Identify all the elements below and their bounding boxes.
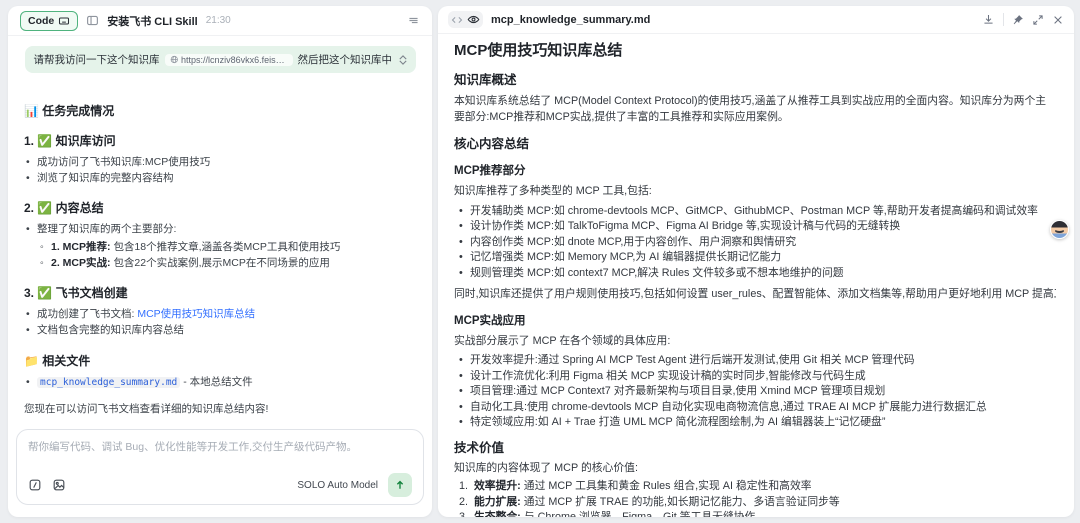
overview-text: 本知识库系统总结了 MCP(Model Context Protocol)的使用… xyxy=(454,95,1047,123)
code-view-icon[interactable] xyxy=(451,14,463,26)
pin-icon[interactable] xyxy=(1012,14,1024,26)
list-item: 记忆增强类 MCP:如 Memory MCP,为 AI 编辑器提供长期记忆能力 xyxy=(454,250,1056,266)
preview-filename: mcp_knowledge_summary.md xyxy=(491,13,651,26)
practice-intro: 实战部分展示了 MCP 在各个领域的具体应用: xyxy=(454,334,671,347)
model-selector[interactable]: SOLO Auto Model xyxy=(297,480,378,491)
reco-heading: MCP推荐部分 xyxy=(454,165,526,177)
list-item: 浏览了知识库的完整内容结构 xyxy=(24,170,416,186)
knowledge-link-url: https://lcnziv86vkx6.feishu... xyxy=(181,54,288,65)
list-item: 自动化工具:使用 chrome-devtools MCP 自动化实现电商物流信息… xyxy=(454,400,1056,416)
list-item: 3. 生态整合: 与 Chrome 浏览器、Figma、Git 等工具无缝协作 xyxy=(459,511,756,517)
file-code-link[interactable]: mcp_knowledge_summary.md xyxy=(37,377,181,388)
list-item: 成功创建了飞书文档: MCP使用技巧知识库总结 xyxy=(24,306,416,322)
list-item: 成功访问了飞书知识库:MCP使用技巧 xyxy=(24,154,416,170)
practice-heading: MCP实战应用 xyxy=(454,314,526,327)
assistant-avatar[interactable] xyxy=(1050,220,1069,239)
list-item: 设计工作流优化:利用 Figma 相关 MCP 实现设计稿的实时同步,智能修改与… xyxy=(454,369,1056,385)
mode-tab-code[interactable]: Code xyxy=(20,10,79,31)
fullscreen-icon[interactable] xyxy=(1032,14,1044,26)
mode-tab-label: Code xyxy=(28,14,55,27)
chat-header: Code 安装飞书 CLI Skill 21:30 xyxy=(8,6,432,36)
list-item: 2. 能力扩展: 通过 MCP 扩展 TRAE 的功能,如长期记忆能力、多语言验… xyxy=(459,495,840,508)
list-item: mcp_knowledge_summary.md - 本地总结文件 xyxy=(24,374,416,391)
list-item: 2. MCP实战: 包含22个实战案例,展示MCP在不同场景的应用 xyxy=(38,255,416,271)
download-icon[interactable] xyxy=(982,13,995,26)
list-item: 开发辅助类 MCP:如 chrome-devtools MCP、GitMCP、G… xyxy=(454,204,1056,220)
chat-input-box[interactable]: SOLO Auto Model xyxy=(16,429,424,505)
list-item: 开发效率提升:通过 Spring AI MCP Test Agent 进行后端开… xyxy=(454,353,1056,369)
feishu-doc-link[interactable]: MCP使用技巧知识库总结 xyxy=(137,308,255,320)
keyboard-icon xyxy=(58,15,70,27)
preview-header: mcp_knowledge_summary.md xyxy=(438,6,1074,34)
doc-title: MCP使用技巧知识库总结 xyxy=(454,42,623,59)
user-message-bubble: 请帮我访问一下这个知识库 https://lcnziv86vkx6.feishu… xyxy=(24,46,416,73)
list-item: 设计协作类 MCP:如 TalkToFigma MCP、Figma AI Bri… xyxy=(454,219,1056,235)
user-message-text-after: 然后把这个知识库中 xyxy=(297,54,393,66)
knowledge-link-chip[interactable]: https://lcnziv86vkx6.feishu... xyxy=(164,53,293,66)
view-mode-toggle xyxy=(448,11,483,28)
close-icon[interactable] xyxy=(1052,14,1064,26)
session-time: 21:30 xyxy=(205,15,231,26)
list-item: 特定领域应用:如 AI + Trae 打造 UML MCP 简化流程图绘制,为 … xyxy=(454,415,1056,431)
session-title: 安装飞书 CLI Skill xyxy=(107,15,198,28)
reco-outro: 同时,知识库还提供了用户规则使用技巧,包括如何设置 user_rules、配置智… xyxy=(454,288,1056,300)
markdown-preview[interactable]: MCP使用技巧知识库总结 知识库概述 本知识库系统总结了 MCP(Model C… xyxy=(438,34,1074,517)
preview-panel: mcp_knowledge_summary.md MCP使用技巧知识库总结 知识… xyxy=(438,6,1074,517)
image-attach-icon[interactable] xyxy=(52,478,66,492)
preview-eye-icon[interactable] xyxy=(467,13,480,26)
files-heading: 📁 相关文件 xyxy=(24,354,91,368)
send-button[interactable] xyxy=(388,473,412,497)
section2-heading: 2. ✅ 内容总结 xyxy=(24,201,104,215)
divider xyxy=(1003,13,1004,26)
history-panel-icon[interactable] xyxy=(407,14,420,27)
value-heading: 技术价值 xyxy=(454,440,505,455)
section1-heading: 1. ✅ 知识库访问 xyxy=(24,134,116,148)
list-item: 整理了知识库的两个主要部分: xyxy=(24,221,416,237)
list-item: 项目管理:通过 MCP Context7 对齐最新架构与项目目录,使用 Xmin… xyxy=(454,384,1056,400)
list-item: 规则管理类 MCP:如 context7 MCP,解决 Rules 文件较多或不… xyxy=(454,266,1056,282)
list-item: 内容创作类 MCP:如 dnote MCP,用于内容创作、用户洞察和舆情研究 xyxy=(454,235,1056,251)
expand-collapse-icon[interactable] xyxy=(399,54,407,65)
core-heading: 核心内容总结 xyxy=(454,137,530,151)
chat-panel: Code 安装飞书 CLI Skill 21:30 请帮我访问一下这个知识库 h… xyxy=(8,6,432,517)
reco-intro: 知识库推荐了多种类型的 MCP 工具,包括: xyxy=(454,185,652,197)
user-message-text-before: 请帮我访问一下这个知识库 xyxy=(33,54,160,66)
chat-scroll-area[interactable]: 请帮我访问一下这个知识库 https://lcnziv86vkx6.feishu… xyxy=(8,36,432,421)
globe-icon xyxy=(170,55,179,64)
slash-command-icon[interactable] xyxy=(28,478,42,492)
section3-heading: 3. ✅ 飞书文档创建 xyxy=(24,286,128,300)
overview-heading: 知识库概述 xyxy=(454,73,517,87)
status-heading: 📊 任务完成情况 xyxy=(24,104,115,118)
value-intro: 知识库的内容体现了 MCP 的核心价值: xyxy=(454,461,638,474)
list-item: 1. 效率提升: 通过 MCP 工具集和黄金 Rules 组合,实现 AI 稳定… xyxy=(459,480,812,492)
list-item: 1. MCP推荐: 包含18个推荐文章,涵盖各类MCP工具和使用技巧 xyxy=(38,239,416,255)
sidebar-toggle-icon[interactable] xyxy=(86,14,99,27)
chat-input[interactable] xyxy=(28,439,412,473)
list-item: 文档包含完整的知识库内容总结 xyxy=(24,322,416,338)
closing-text: 您现在可以访问飞书文档查看详细的知识库总结内容! xyxy=(24,403,269,415)
